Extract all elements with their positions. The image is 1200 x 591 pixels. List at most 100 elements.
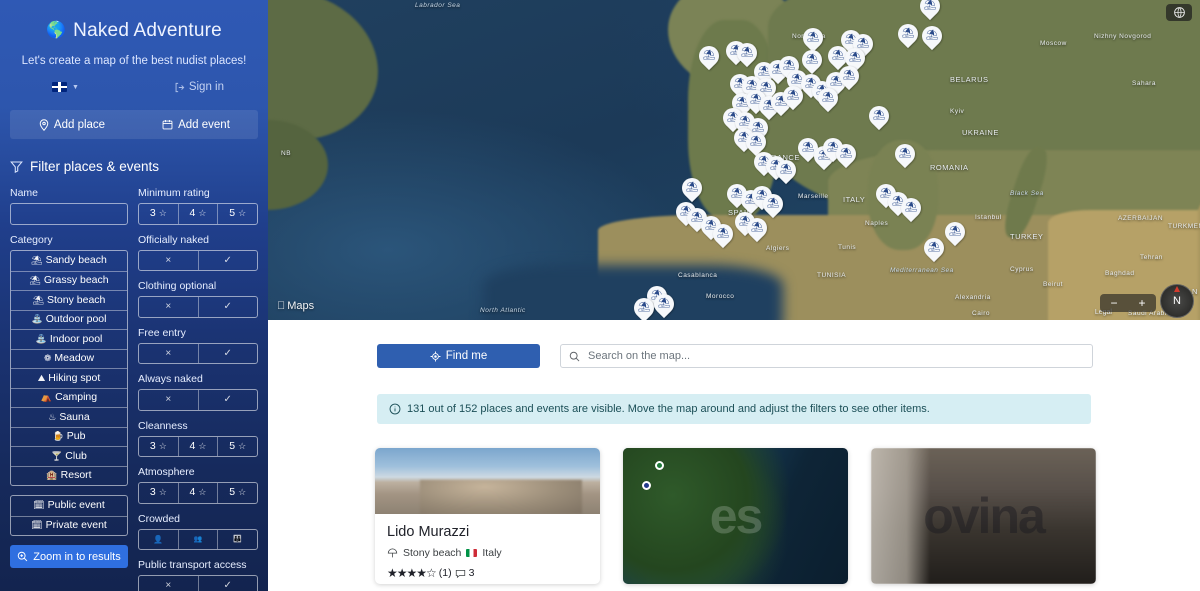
- italy-flag-icon: [466, 549, 478, 557]
- category-option-indoor-pool[interactable]: ⛲ Indoor pool: [11, 329, 127, 349]
- category-option-meadow[interactable]: ❁ Meadow: [11, 348, 127, 369]
- filter-option-minimum-rating-5[interactable]: 5 ☆: [217, 204, 257, 224]
- beach-umbrella-icon: ⛱: [786, 90, 800, 101]
- map-search-box[interactable]: [560, 344, 1093, 368]
- map-pin[interactable]: ⛱: [896, 193, 926, 223]
- filter-option-public-transport-access-×[interactable]: ×: [139, 576, 198, 591]
- filter-option-clothing-optional-×[interactable]: ×: [139, 297, 198, 317]
- brand-header: 🌎 Naked Adventure Let's create a map of …: [0, 0, 268, 93]
- filter-option-always-naked-×[interactable]: ×: [139, 390, 198, 410]
- filter-option-officially-naked-✓[interactable]: ✓: [197, 250, 258, 270]
- filter-option-crowded-ʖʖʖ[interactable]: 👪: [217, 529, 257, 549]
- map-zoom-in-button[interactable]: +: [1138, 296, 1145, 310]
- map-pin[interactable]: ⛱: [917, 21, 947, 51]
- map-pin[interactable]: ⛱: [742, 213, 772, 243]
- filter-panel-heading: Filter places & events: [10, 159, 268, 174]
- app-root: 🌎 Naked Adventure Let's create a map of …: [0, 0, 1200, 591]
- filter-label-always-naked: Always naked: [138, 373, 203, 385]
- meadow-icon: ❁: [43, 353, 52, 363]
- map-pin[interactable]: ⛱: [758, 189, 788, 219]
- filter-option-crowded-ʖ[interactable]: 👤: [139, 530, 178, 550]
- filter-option-atmosphere-4[interactable]: 4 ☆: [177, 483, 218, 503]
- filter-option-minimum-rating-4[interactable]: 4 ☆: [177, 204, 218, 224]
- filter-option-always-naked-✓[interactable]: ✓: [197, 390, 258, 410]
- filter-label-atmosphere: Atmosphere: [138, 466, 195, 478]
- map-pin[interactable]: ⛱: [649, 289, 679, 319]
- beach-umbrella-icon: ⛱: [702, 50, 716, 61]
- category-option-outdoor-pool[interactable]: ⛲ Outdoor pool: [11, 309, 127, 330]
- filter-option-crowded-ʖʖ[interactable]: 👥: [177, 529, 218, 549]
- sign-in-button[interactable]: Sign in: [174, 81, 224, 93]
- place-card[interactable]: ovina: [871, 448, 1096, 584]
- map-pin[interactable]: ⛱: [813, 83, 843, 113]
- category-option-camping[interactable]: ⛺ Camping: [11, 387, 127, 408]
- category-option-resort[interactable]: 🏨 Resort: [11, 465, 127, 486]
- map-pin[interactable]: ⛱: [893, 19, 923, 49]
- filter-option-clothing-optional-✓[interactable]: ✓: [197, 297, 258, 317]
- map-pin[interactable]: ⛱: [677, 173, 707, 203]
- place-card-title: Lido Murazzi: [387, 524, 470, 540]
- map-pin[interactable]: ⛱: [919, 233, 949, 263]
- map-pin[interactable]: ⛱: [890, 139, 920, 169]
- filter-option-free-entry-×[interactable]: ×: [139, 344, 198, 364]
- beach-umbrella-icon: ⛱: [948, 226, 962, 237]
- filter-option-cleanness-5[interactable]: 5 ☆: [217, 436, 257, 456]
- map-type-toggle-button[interactable]: [1166, 4, 1192, 21]
- map-view[interactable]: Labrador SeaNorth SeaNorth AtlanticBELAR…: [268, 0, 1200, 320]
- filter-option-atmosphere-5[interactable]: 5 ☆: [217, 483, 257, 503]
- event-option-private-event[interactable]: 🗓 Private event: [11, 515, 127, 536]
- page-title: 🌎 Naked Adventure: [0, 20, 268, 42]
- map-pin[interactable]: ⛱: [831, 139, 861, 169]
- map-zoom-controls[interactable]: − +: [1100, 294, 1156, 312]
- filter-option-cleanness-4[interactable]: 4 ☆: [177, 436, 218, 456]
- filter-option-public-transport-access-✓[interactable]: ✓: [197, 576, 258, 591]
- cross-icon: ×: [165, 301, 172, 312]
- cocktail-icon: 🍸: [51, 450, 63, 461]
- beach-umbrella-icon: ⛱: [898, 148, 912, 159]
- zoom-in-to-results-button[interactable]: Zoom in to results: [10, 545, 128, 568]
- person-icon: 👥: [193, 535, 203, 543]
- globe-toggle-icon: [1173, 7, 1185, 18]
- map-pin[interactable]: ⛱: [834, 61, 864, 91]
- star-icon: ☆: [158, 208, 167, 218]
- event-option-public-event[interactable]: 🗓 Public event: [11, 496, 127, 516]
- filter-option-free-entry-✓[interactable]: ✓: [197, 343, 258, 363]
- category-option-sandy-beach[interactable]: ⛱ Sandy beach: [11, 251, 127, 271]
- category-option-club[interactable]: 🍸 Club: [11, 446, 127, 466]
- category-option-stony-beach[interactable]: ⛱ Stony beach: [11, 290, 127, 310]
- hiking-icon: ⛰: [37, 372, 46, 383]
- map-pin[interactable]: ⛱: [771, 155, 801, 185]
- category-option-sauna[interactable]: ♨ Sauna: [11, 407, 127, 427]
- add-place-label: Add place: [53, 118, 106, 131]
- beach-umbrella-icon: ⛱: [872, 110, 886, 121]
- category-option-grassy-beach[interactable]: ⛱ Grassy beach: [11, 270, 127, 291]
- place-card[interactable]: es: [623, 448, 848, 584]
- sauna-icon: ♨: [48, 411, 57, 422]
- filter-option-cleanness-3[interactable]: 3 ☆: [139, 437, 178, 457]
- map-pin[interactable]: ⛱: [940, 217, 970, 247]
- map-compass[interactable]: N: [1160, 284, 1194, 318]
- find-me-button[interactable]: Find me: [377, 344, 540, 368]
- map-pin[interactable]: ⛱: [708, 219, 738, 249]
- add-event-button[interactable]: Add event: [134, 110, 258, 139]
- map-zoom-out-button[interactable]: −: [1110, 296, 1117, 310]
- beach-umbrella-icon: ⛱: [806, 32, 820, 43]
- add-place-button[interactable]: Add place: [10, 110, 134, 139]
- map-pin[interactable]: ⛱: [798, 23, 828, 53]
- map-pin[interactable]: ⛱: [864, 101, 894, 131]
- language-selector[interactable]: ▼: [52, 82, 79, 92]
- filter-option-atmosphere-3[interactable]: 3 ☆: [139, 483, 178, 503]
- beach-umbrella-icon: ⛱: [685, 182, 699, 193]
- place-card[interactable]: Lido Murazzi Stony beach Italy ★★★★☆ (1): [375, 448, 600, 584]
- search-input[interactable]: [586, 349, 1084, 363]
- filter-option-officially-naked-×[interactable]: ×: [139, 251, 198, 271]
- filter-option-minimum-rating-3[interactable]: 3 ☆: [139, 204, 178, 224]
- category-option-pub[interactable]: 🍺 Pub: [11, 426, 127, 447]
- map-pin[interactable]: ⛱: [778, 81, 808, 111]
- map-pin[interactable]: ⛱: [694, 41, 724, 71]
- cross-icon: ×: [165, 394, 172, 405]
- name-input[interactable]: [10, 203, 128, 225]
- funnel-icon: [10, 161, 23, 173]
- category-option-hiking-spot[interactable]: ⛰ Hiking spot: [11, 368, 127, 388]
- zoom-in-icon: [18, 551, 28, 562]
